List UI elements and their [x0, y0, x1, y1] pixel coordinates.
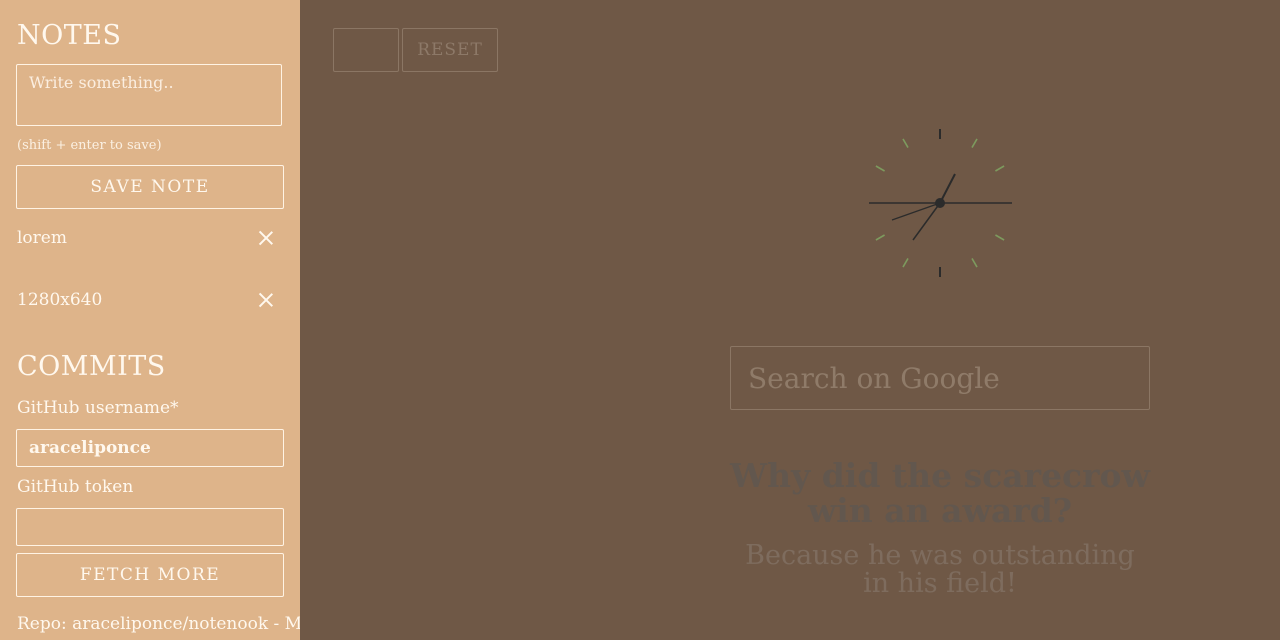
- clock-tick: [995, 165, 1005, 172]
- notes-title: NOTES: [17, 20, 122, 51]
- note-item: 1280x640: [17, 288, 283, 312]
- clock-tick: [971, 258, 978, 268]
- close-icon[interactable]: [259, 231, 273, 245]
- save-note-button[interactable]: SAVE NOTE: [16, 165, 284, 209]
- clock-tick: [971, 138, 978, 148]
- github-token-input[interactable]: [16, 508, 284, 546]
- clock-tick: [902, 138, 909, 148]
- theme-toggle-button[interactable]: [333, 28, 399, 72]
- repo-line: Repo: araceliponce/notenook - M: [17, 614, 300, 634]
- sidebar: NOTES (shift + enter to save) SAVE NOTE …: [0, 0, 300, 640]
- joke-answer: Because he was outstanding in his field!: [745, 540, 1135, 599]
- clock-tick: [875, 165, 885, 172]
- note-item: lorem: [17, 226, 283, 250]
- github-token-label: GitHub token: [17, 477, 134, 497]
- clock-tick: [995, 234, 1005, 241]
- clock-tick: [875, 234, 885, 241]
- close-icon[interactable]: [259, 293, 273, 307]
- clock-second-hand: [912, 202, 941, 241]
- joke-question: Why did the scarecrow win an award?: [730, 456, 1150, 530]
- note-item-text: lorem: [17, 228, 67, 248]
- note-item-text: 1280x640: [17, 290, 103, 310]
- github-username-label: GitHub username*: [17, 398, 179, 418]
- commits-title: COMMITS: [17, 351, 166, 382]
- search-input[interactable]: [730, 346, 1150, 410]
- clock-sub-hand: [891, 202, 941, 221]
- clock-center: [935, 198, 945, 208]
- analog-clock-icon: [869, 129, 1012, 277]
- fetch-more-button[interactable]: FETCH MORE: [16, 553, 284, 597]
- save-hint: (shift + enter to save): [17, 138, 162, 153]
- github-username-input[interactable]: [16, 429, 284, 467]
- clock-tick: [902, 258, 909, 268]
- reset-button[interactable]: RESET: [402, 28, 498, 72]
- note-input[interactable]: [16, 64, 282, 126]
